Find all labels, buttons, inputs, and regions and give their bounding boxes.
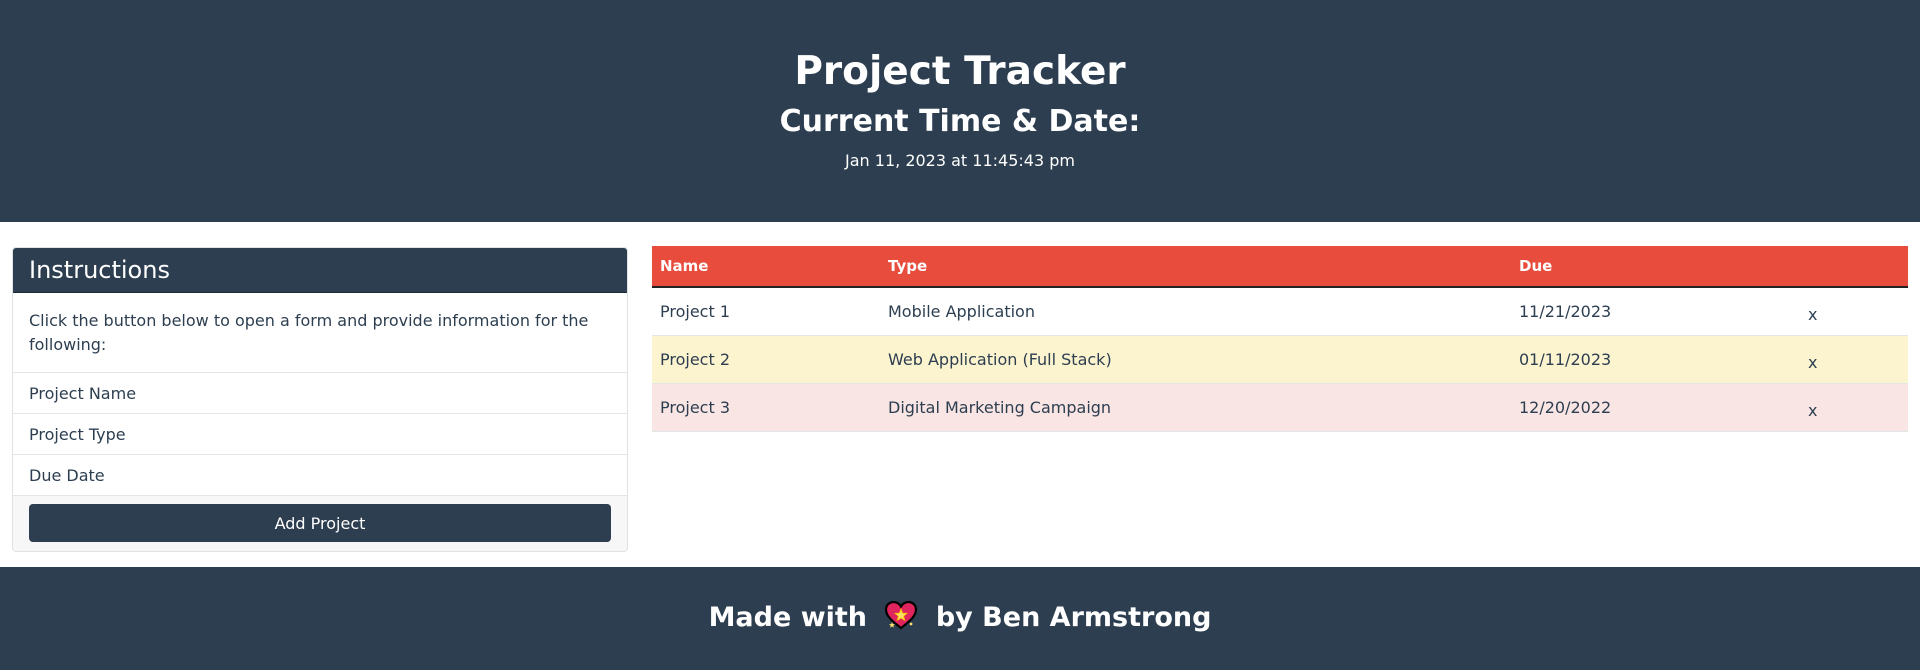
instruction-item-project-type: Project Type [13, 414, 627, 455]
add-project-button[interactable]: Add Project [29, 504, 611, 542]
project-type-cell: Digital Marketing Campaign [880, 383, 1511, 432]
page-title: Project Tracker [794, 49, 1126, 94]
instructions-card-footer: Add Project [13, 496, 627, 551]
table-row: Project 1 Mobile Application 11/21/2023 … [652, 287, 1908, 336]
project-type-cell: Mobile Application [880, 287, 1511, 336]
table-row: Project 3 Digital Marketing Campaign 12/… [652, 383, 1908, 432]
instruction-item-project-name: Project Name [13, 373, 627, 414]
delete-project-button[interactable]: x [1797, 335, 1908, 384]
current-time-heading: Current Time & Date: [779, 104, 1141, 139]
column-header-due: Due [1511, 246, 1797, 288]
instructions-title: Instructions [13, 248, 627, 293]
footer-prefix: Made with [708, 602, 868, 633]
instructions-text: Click the button below to open a form an… [13, 293, 627, 373]
project-name-cell: Project 2 [652, 335, 880, 384]
table-header-row: Name Type Due [652, 246, 1908, 288]
instruction-item-due-date: Due Date [13, 455, 627, 496]
column-header-actions [1797, 246, 1908, 288]
column-header-name: Name [652, 246, 880, 288]
project-type-cell: Web Application (Full Stack) [880, 335, 1511, 384]
column-header-type: Type [880, 246, 1511, 288]
instructions-card: Instructions Click the button below to o… [12, 247, 628, 552]
page-footer: Made with by Ben Armstrong [0, 567, 1920, 670]
table-row: Project 2 Web Application (Full Stack) 0… [652, 335, 1908, 384]
page-header: Project Tracker Current Time & Date: Jan… [0, 0, 1920, 222]
footer-author: by Ben Armstrong [935, 602, 1212, 633]
sparkling-heart-icon [884, 600, 918, 630]
project-name-cell: Project 3 [652, 383, 880, 432]
projects-table-container: Name Type Due Project 1 Mobile Applicati… [652, 246, 1908, 432]
projects-table: Name Type Due Project 1 Mobile Applicati… [652, 246, 1908, 432]
project-due-cell: 01/11/2023 [1511, 335, 1797, 384]
current-datetime: Jan 11, 2023 at 11:45:43 pm [845, 151, 1075, 170]
delete-project-button[interactable]: x [1797, 287, 1908, 336]
project-name-cell: Project 1 [652, 287, 880, 336]
footer-credit: Made with by Ben Armstrong [0, 598, 1920, 638]
project-due-cell: 12/20/2022 [1511, 383, 1797, 432]
project-due-cell: 11/21/2023 [1511, 287, 1797, 336]
delete-project-button[interactable]: x [1797, 383, 1908, 432]
